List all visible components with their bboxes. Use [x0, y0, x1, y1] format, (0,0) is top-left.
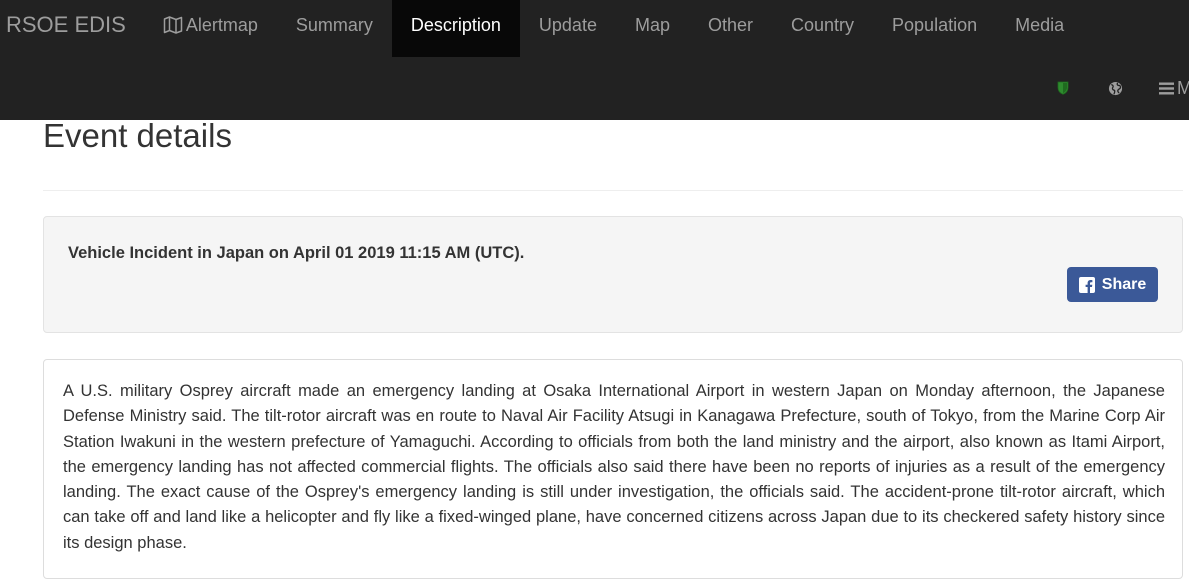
event-header-well: Vehicle Incident in Japan on April 01 20…	[43, 216, 1183, 333]
nav-item-label: Alertmap	[185, 15, 258, 35]
menu-label: Me	[1177, 77, 1189, 98]
nav-item-map[interactable]: Map	[616, 0, 689, 57]
nav-item-label: Other	[707, 15, 753, 35]
nav-item-label: Description	[410, 15, 501, 35]
nav-item-other[interactable]: Other	[689, 0, 772, 57]
title-divider	[43, 190, 1183, 191]
nav-item-summary[interactable]: Summary	[277, 0, 392, 57]
nav-item-population[interactable]: Population	[873, 0, 996, 57]
nav-item-label: Population	[892, 15, 978, 35]
main-menu-button[interactable]: Me	[1141, 78, 1189, 99]
nav-item-alertmap[interactable]: Alertmap	[144, 0, 277, 57]
nav-item-media[interactable]: Media	[996, 0, 1083, 57]
nav-item-label: Update	[538, 15, 597, 35]
nav-item-label: Media	[1015, 15, 1065, 35]
globe-button[interactable]	[1089, 62, 1141, 114]
facebook-share-button[interactable]: Share	[1067, 267, 1158, 302]
nav-right-controls: Me	[1037, 62, 1189, 114]
nav-item-description[interactable]: Description	[391, 0, 520, 57]
nav-menu: RSOE EDIS Alertmap Summary Description U…	[0, 0, 1189, 57]
globe-icon	[1108, 81, 1122, 95]
menu-icon	[1159, 82, 1174, 94]
nav-item-label: Map	[634, 15, 670, 35]
description-panel: A U.S. military Osprey aircraft made an …	[43, 359, 1183, 579]
nav-item-update[interactable]: Update	[520, 0, 616, 57]
facebook-icon	[1078, 276, 1095, 293]
shield-icon	[1057, 81, 1069, 95]
nav-item-country[interactable]: Country	[772, 0, 873, 57]
map-icon	[163, 16, 183, 34]
event-heading: Vehicle Incident in Japan on April 01 20…	[68, 244, 525, 262]
page-title: Event details	[43, 117, 232, 154]
top-navbar: RSOE EDIS Alertmap Summary Description U…	[0, 0, 1189, 120]
share-label: Share	[1101, 275, 1147, 293]
shield-button[interactable]	[1037, 62, 1089, 114]
nav-item-label: Summary	[295, 15, 373, 35]
event-description: A U.S. military Osprey aircraft made an …	[63, 382, 1165, 552]
brand-logo[interactable]: RSOE EDIS	[0, 0, 144, 57]
nav-item-label: Country	[791, 15, 855, 35]
